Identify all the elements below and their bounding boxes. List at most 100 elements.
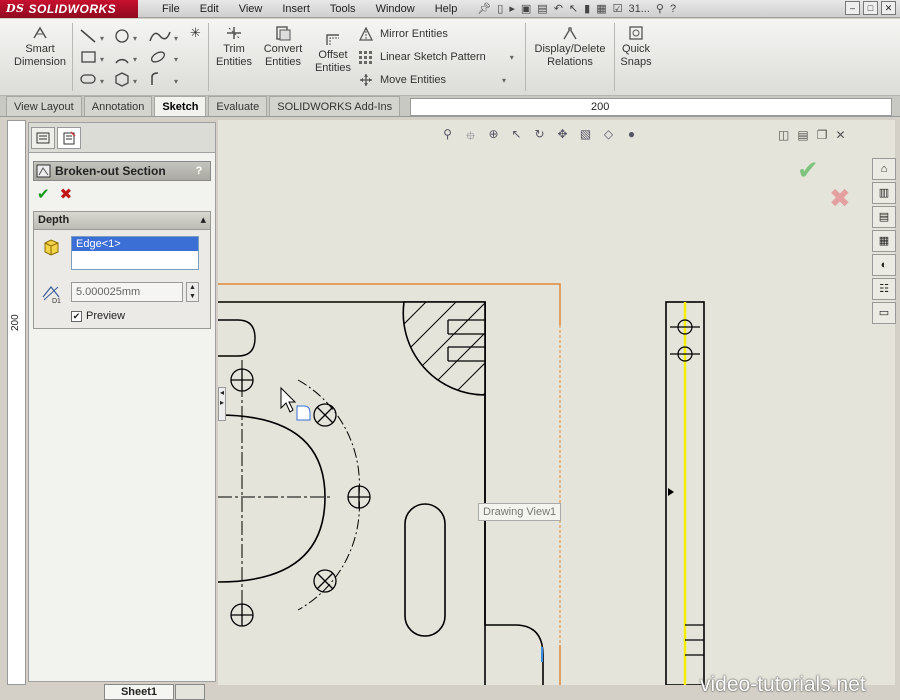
depth-spinner[interactable]: ▲ ▼ [186,282,199,302]
print-icon[interactable]: ▤ [537,2,547,15]
confirm-corner-cancel-icon[interactable]: ✖ [829,183,851,214]
svg-text:▾: ▾ [100,34,104,43]
tab-annotation[interactable]: Annotation [83,96,153,116]
zoom-to-fit-icon[interactable]: ⚲ [438,127,457,143]
linear-sketch-pattern-button[interactable]: Linear Sketch Pattern ▾ [358,50,514,64]
rotate-view-icon[interactable]: ↻ [530,127,549,143]
tab-view-layout[interactable]: View Layout [6,96,82,116]
file-properties-icon[interactable]: ▦ [596,2,606,15]
mirror-entities-button[interactable]: Mirror Entities [358,27,448,41]
help-icon[interactable]: ? [670,3,676,15]
trim-entities-label: Trim Entities [215,43,253,68]
smart-dimension-label: Smart Dimension [14,43,66,68]
confirm-corner-ok-icon[interactable]: ✔ [797,155,819,186]
options-icon[interactable]: ☑ [613,2,623,15]
relations-icon [563,27,577,40]
pm-collapse-handle[interactable]: ◂ ▸ [218,387,226,421]
menu-edit[interactable]: Edit [190,0,229,18]
ellipse-icon [150,51,166,63]
pm-actions: ✔ ✖ [29,181,215,205]
menu-insert[interactable]: Insert [272,0,320,18]
smart-dimension-button[interactable]: Smart Dimension [8,25,72,69]
tile-horizontal-icon[interactable]: ◫ [778,128,789,142]
view-orientation-icon[interactable]: ▧ [576,127,595,143]
linear-sketch-pattern-icon [359,51,372,64]
depth-group-header[interactable]: Depth ▴ [34,212,210,230]
move-dropdown-icon[interactable]: ▾ [502,76,506,85]
new-document-icon[interactable]: ▯ [497,2,503,15]
logo-text: SOLIDWORKS [28,1,117,16]
select-icon[interactable]: ↖ [569,2,578,15]
save-icon[interactable]: ▣ [521,2,531,15]
property-manager: Broken-out Section ? ✔ ✖ Depth ▴ Edge<1>… [28,122,216,682]
menu-view[interactable]: View [229,0,273,18]
svg-text:▾: ▾ [100,77,104,86]
view-palette-icon[interactable]: ▦ [872,230,896,252]
close-document-icon[interactable]: ✕ [835,128,845,142]
point-icon[interactable]: ✳ [190,25,201,41]
feature-manager-tab-icon[interactable] [31,127,55,149]
restore-document-icon[interactable]: ❐ [817,128,828,142]
tile-vertical-icon[interactable]: ▤ [797,128,808,142]
svg-text:▾: ▾ [174,34,178,43]
rebuild-icon[interactable]: ▮ [584,2,590,15]
property-manager-tab-icon[interactable] [57,127,81,149]
depth-reference-selection-box[interactable]: Edge<1> [71,236,199,270]
zoom-to-area-icon[interactable]: ⯐ [461,127,480,143]
solidworks-resources-icon[interactable]: ⌂ [872,158,896,180]
tab-solidworks-add-ins[interactable]: SOLIDWORKS Add-Ins [269,96,401,116]
collapse-icon[interactable]: ▴ [200,212,206,229]
forum-icon[interactable]: ▭ [872,302,896,324]
appearance-icon[interactable]: ● [622,127,641,143]
pattern-dropdown-icon[interactable]: ▾ [510,53,514,62]
close-icon[interactable]: ✕ [881,1,896,15]
part-outline [218,301,544,685]
pin-icon[interactable]: 📌︎ [477,2,491,15]
quick-snaps-button[interactable]: Quick Snaps [616,25,656,69]
watermark: video-tutorials.net [700,673,866,696]
logo-prefix: DS [6,2,25,15]
svg-text:▾: ▾ [174,55,178,64]
trim-entities-button[interactable]: Trim Entities [212,25,256,69]
undo-icon[interactable]: ↶ [554,2,563,15]
depth-input[interactable]: 5.000025mm [71,282,183,302]
zoom-in-out-icon[interactable]: ⊕ [484,127,503,143]
sheet-tab[interactable]: Sheet1 [104,684,174,700]
ok-check-icon[interactable]: ✔ [37,185,50,205]
add-sheet-icon[interactable] [175,684,205,700]
tab-evaluate[interactable]: Evaluate [208,96,268,116]
manager-tabs [29,123,215,153]
file-explorer-icon[interactable]: ▤ [872,206,896,228]
convert-entities-button[interactable]: Convert Entities [258,25,308,69]
menu-window[interactable]: Window [366,0,425,18]
menu-help[interactable]: Help [425,0,468,18]
restore-icon[interactable]: □ [863,1,878,15]
ruler-left: 200 [7,120,26,685]
smart-dimension-icon [33,26,47,39]
preview-checkbox[interactable]: ✔ [71,310,82,322]
cancel-x-icon[interactable]: ✖ [60,185,73,205]
solidworks-logo[interactable]: DS SOLIDWORKS [0,0,138,18]
preview-checkbox-row[interactable]: ✔ Preview [71,310,125,322]
pan-icon[interactable]: ✥ [553,127,572,143]
move-entities-button[interactable]: Move Entities ▾ [358,73,506,87]
design-library-icon[interactable]: ▥ [872,182,896,204]
display-delete-relations-button[interactable]: Display/Delete Relations [530,25,610,69]
display-style-icon[interactable]: ◇ [599,127,618,143]
fillet-icon [151,72,159,85]
select-icon[interactable]: ↖ [507,127,526,143]
tab-sketch[interactable]: Sketch [154,96,207,116]
ruler-left-value: 200 [10,314,21,331]
custom-properties-icon[interactable]: ☷ [872,278,896,300]
menu-tools[interactable]: Tools [320,0,366,18]
minimize-icon[interactable]: – [845,1,860,15]
open-icon[interactable]: ▸ [509,2,515,15]
search-icon[interactable]: ⚲ [656,2,664,15]
menu-file[interactable]: File [152,0,190,18]
side-view-arrow [668,488,674,496]
help-button[interactable]: ? [192,164,206,178]
offset-entities-button[interactable]: Offset Entities [311,31,355,75]
selected-edge-item[interactable]: Edge<1> [72,237,198,251]
appearances-icon[interactable]: ◐ [872,254,896,276]
arc-icon [115,58,129,64]
